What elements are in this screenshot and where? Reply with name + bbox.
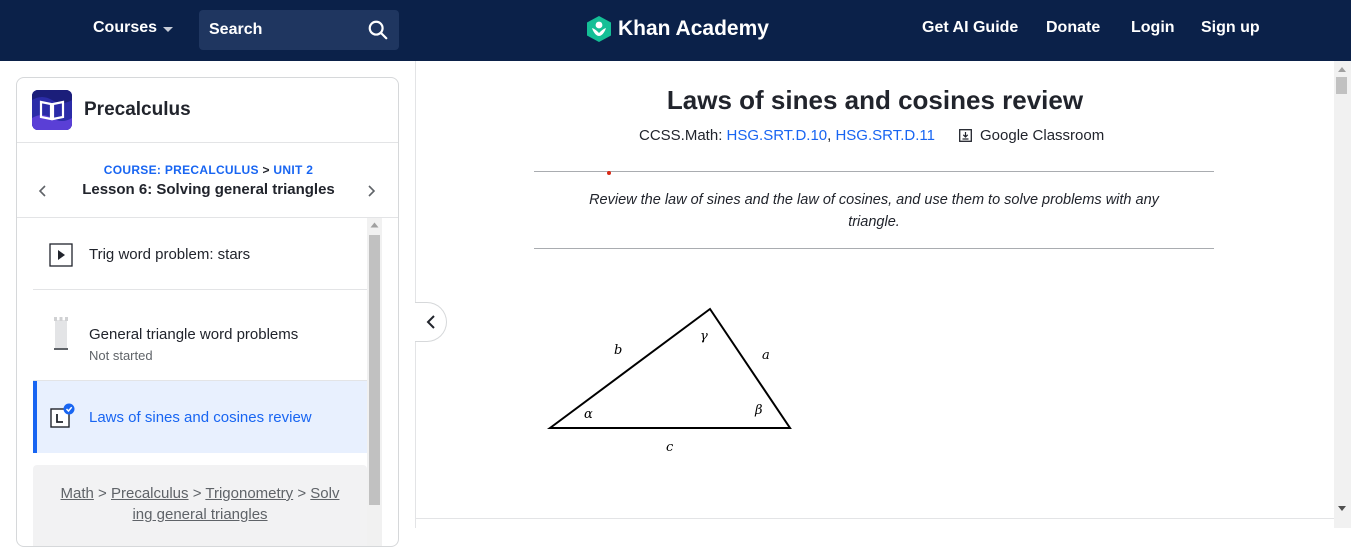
- item-label: General triangle word problems: [89, 326, 299, 343]
- chevron-down-icon: [163, 26, 174, 32]
- side-b-label: b: [614, 343, 622, 358]
- course-link[interactable]: COURSE: PRECALCULUS: [104, 163, 259, 177]
- khan-academy-logo[interactable]: Khan Academy: [586, 15, 769, 43]
- divider: [534, 171, 1214, 172]
- standard-link-d11[interactable]: HSG.SRT.D.11: [835, 127, 934, 144]
- standard-link-d10[interactable]: HSG.SRT.D.10: [727, 127, 828, 144]
- previous-lesson-button[interactable]: [33, 181, 53, 201]
- item-label: Trig word problem: stars: [89, 246, 251, 263]
- top-nav: Courses Khan Academy Get AI Guide Donate…: [0, 0, 1351, 61]
- gamma-angle-label: γ: [700, 329, 708, 344]
- signup-link[interactable]: Sign up: [1201, 19, 1260, 37]
- google-classroom-button[interactable]: Google Classroom: [959, 127, 1104, 144]
- page-title: Laws of sines and cosines review: [666, 85, 1084, 115]
- sidebar-scroll-thumb[interactable]: [369, 235, 380, 505]
- search-input[interactable]: [199, 10, 359, 50]
- scroll-up-arrow-icon[interactable]: [1338, 67, 1346, 72]
- divider: [534, 248, 1214, 249]
- next-lesson-button[interactable]: [361, 181, 381, 201]
- khan-leaf-icon: [587, 16, 611, 42]
- lesson-title: Lesson 6: Solving general triangles: [82, 181, 335, 198]
- search-icon[interactable]: [367, 19, 389, 41]
- unit-breadcrumb: COURSE: PRECALCULUS > UNIT 2: [103, 163, 314, 177]
- share-classroom-icon: [959, 129, 972, 142]
- unit-link[interactable]: UNIT 2: [273, 163, 313, 177]
- courses-label: Courses: [93, 19, 158, 36]
- breadcrumb: Math > Precalculus > Trigonometry > Solv…: [33, 465, 367, 546]
- panel-divider: [415, 61, 416, 528]
- donate-link[interactable]: Donate: [1046, 19, 1100, 37]
- scroll-up-arrow-icon[interactable]: [370, 222, 379, 228]
- video-play-icon: [49, 243, 73, 267]
- article-intro: Review the law of sines and the law of c…: [589, 192, 1159, 230]
- breadcrumb-solving-general-triangles-part2[interactable]: ing general triangles: [132, 506, 267, 523]
- login-link[interactable]: Login: [1131, 19, 1175, 37]
- main-scroll-thumb[interactable]: [1336, 77, 1347, 94]
- breadcrumb-math[interactable]: Math: [61, 485, 94, 502]
- divider: [416, 518, 1334, 519]
- breadcrumb-precalculus[interactable]: Precalculus: [111, 485, 189, 502]
- alpha-angle-label: α: [584, 407, 593, 422]
- beta-angle-label: β: [754, 403, 763, 418]
- course-title: Precalculus: [84, 99, 191, 120]
- exercise-tower-icon: [54, 317, 68, 350]
- precalculus-course-icon: [32, 90, 72, 130]
- search-box: [199, 10, 399, 50]
- side-a-label: a: [762, 348, 770, 363]
- side-c-label: c: [666, 440, 674, 455]
- article-icon: [50, 403, 75, 428]
- chevron-left-icon: [426, 315, 435, 329]
- item-status: Not started: [89, 348, 153, 363]
- item-label: Laws of sines and cosines review: [89, 409, 312, 426]
- chevron-left-icon: [38, 185, 46, 197]
- breadcrumb-solving-general-triangles-part1[interactable]: Solv: [310, 485, 339, 502]
- scroll-down-arrow-icon[interactable]: [1338, 506, 1346, 511]
- list-item-video[interactable]: Trig word problem: stars: [33, 218, 367, 290]
- brand-name: Khan Academy: [618, 17, 769, 40]
- standards: CCSS.Math: HSG.SRT.D.10, HSG.SRT.D.11: [639, 127, 935, 144]
- list-item-exercise[interactable]: General triangle word problems Not start…: [33, 290, 367, 380]
- courses-menu[interactable]: Courses: [93, 19, 174, 37]
- main-scrollbar[interactable]: [1334, 61, 1351, 528]
- list-item-article-active[interactable]: Laws of sines and cosines review: [33, 381, 367, 453]
- chevron-right-icon: [368, 185, 376, 197]
- breadcrumb-trigonometry[interactable]: Trigonometry: [205, 485, 293, 502]
- get-ai-guide-link[interactable]: Get AI Guide: [922, 19, 1018, 37]
- course-sidebar: Precalculus COURSE: PRECALCULUS > UNIT 2…: [16, 77, 399, 547]
- triangle-diagram: b a c α β γ: [546, 307, 792, 455]
- marker-dot: [607, 171, 611, 175]
- collapse-sidebar-button[interactable]: [415, 302, 447, 342]
- course-header[interactable]: Precalculus: [17, 78, 398, 143]
